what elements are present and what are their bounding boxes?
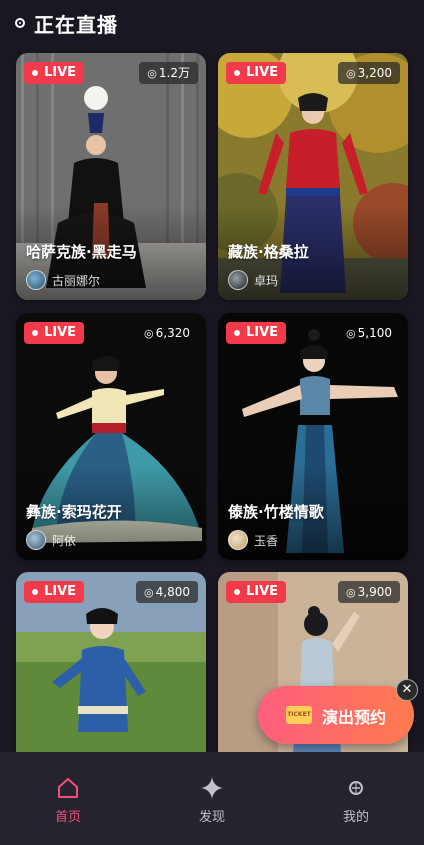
page-title: 正在直播: [34, 13, 118, 37]
live-badge: LIVE: [226, 322, 287, 344]
live-badge: LIVE: [24, 322, 85, 344]
tab-home[interactable]: 首页: [18, 752, 118, 845]
close-promo-button[interactable]: ✕: [396, 679, 418, 701]
eye-icon: ◎: [346, 327, 356, 340]
tab-label: 首页: [54, 810, 81, 825]
live-card-1[interactable]: LIVE ◎ 1.2万 哈萨克族·黑走马 古丽娜尔: [16, 53, 206, 300]
streamer-name: 玉香: [254, 533, 279, 548]
show-booking-button[interactable]: TICKET 演出预约: [258, 686, 414, 744]
card-title: 傣族·竹楼情歌: [228, 503, 324, 521]
card-title: 彝族·索玛花开: [26, 503, 122, 521]
viewer-count: ◎ 6,320: [144, 326, 190, 340]
live-dot-icon: [15, 18, 25, 28]
avatar: [26, 530, 46, 550]
streamer-info[interactable]: 阿依: [26, 530, 76, 550]
card-title: 藏族·格桑拉: [228, 243, 309, 261]
live-card-4[interactable]: LIVE ◎ 5,100 傣族·竹楼情歌 玉香: [218, 313, 408, 560]
show-booking-label: 演出预约: [322, 708, 387, 727]
viewer-count: ◎ 5,100: [346, 326, 392, 340]
streamer-name: 阿依: [52, 533, 77, 548]
avatar: [228, 530, 248, 550]
live-badge: LIVE: [226, 62, 287, 84]
tab-discover[interactable]: 发现: [162, 752, 262, 845]
eye-icon: ◎: [144, 586, 154, 599]
viewer-count: ◎ 3,200: [338, 62, 400, 84]
avatar: [228, 270, 248, 290]
eye-icon: ◎: [144, 327, 154, 340]
streamer-name: 卓玛: [254, 273, 279, 288]
home-icon: [58, 778, 78, 798]
profile-icon: [349, 781, 363, 795]
live-badge: LIVE: [24, 62, 85, 84]
tab-label: 我的: [342, 810, 369, 825]
page-header: 正在直播: [0, 0, 424, 46]
bottom-tab-bar: 首页 发现 我的: [0, 752, 424, 845]
live-badge: LIVE: [226, 581, 287, 603]
streamer-name: 古丽娜尔: [52, 273, 101, 288]
live-badge: LIVE: [24, 581, 85, 603]
tab-profile[interactable]: 我的: [306, 752, 406, 845]
live-card-2[interactable]: LIVE ◎ 3,200 藏族·格桑拉 卓玛: [218, 53, 408, 300]
eye-icon: ◎: [346, 586, 356, 599]
viewer-count: ◎ 3,900: [338, 581, 400, 603]
streamer-info[interactable]: 卓玛: [228, 270, 278, 290]
tab-label: 发现: [198, 810, 225, 825]
live-card-3[interactable]: LIVE ◎ 6,320 彝族·索玛花开 阿依: [16, 313, 206, 560]
avatar: [26, 270, 46, 290]
streamer-info[interactable]: 古丽娜尔: [26, 270, 100, 290]
eye-icon: ◎: [346, 67, 356, 80]
ticket-icon: TICKET: [286, 706, 312, 724]
eye-icon: ◎: [147, 67, 157, 80]
viewer-count: ◎ 4,800: [136, 581, 198, 603]
sparkle-icon: [201, 777, 223, 799]
viewer-count: ◎ 1.2万: [139, 62, 198, 84]
streamer-info[interactable]: 玉香: [228, 530, 278, 550]
card-title: 哈萨克族·黑走马: [26, 243, 137, 261]
